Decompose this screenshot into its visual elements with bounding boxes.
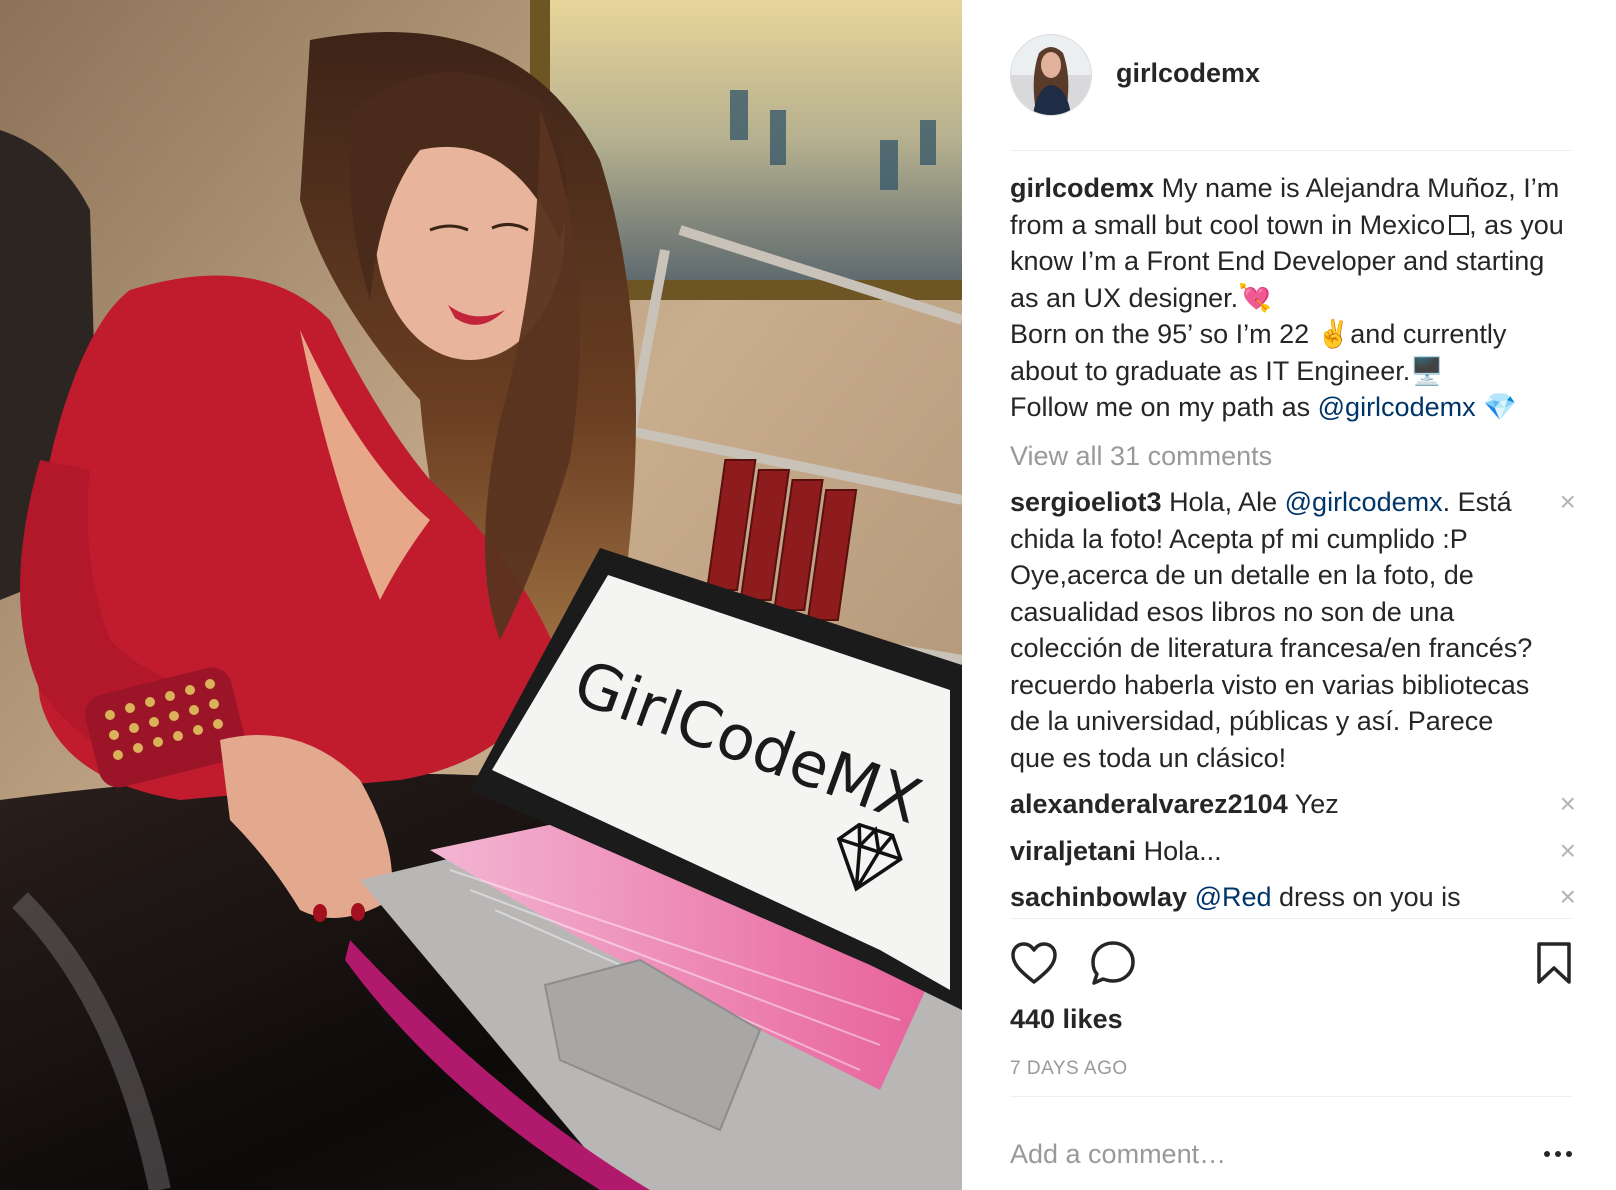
post-header: girlcodemx — [1010, 34, 1572, 150]
comment-username[interactable]: sergioeliot3 — [1010, 487, 1162, 517]
ellipsis-icon[interactable] — [1532, 1139, 1572, 1169]
comments-section: girlcodemx My name is Alejandra Muñoz, I… — [1010, 170, 1576, 915]
dot — [1566, 1151, 1572, 1157]
post-timestamp[interactable]: 7 DAYS AGO — [1010, 1058, 1128, 1080]
post-side-panel: girlcodemx girlcodemx My name is Alejand… — [962, 0, 1616, 1190]
post-actions — [1010, 935, 1572, 991]
like-button[interactable] — [1010, 935, 1066, 991]
comments-divider — [1010, 918, 1572, 919]
comment-text-after: dress on you is — [1271, 882, 1461, 912]
footer-divider — [1010, 1096, 1572, 1097]
close-icon[interactable]: × — [1560, 879, 1576, 915]
avatar-image — [1011, 35, 1091, 115]
close-icon[interactable]: × — [1560, 484, 1576, 520]
dot — [1555, 1151, 1561, 1157]
photo-illustration: GirlCodeMX — [0, 0, 962, 1190]
comment-mention[interactable]: @girlcodemx — [1285, 487, 1443, 517]
comment-username[interactable]: sachinbowlay — [1010, 882, 1187, 912]
view-all-comments-link[interactable]: View all 31 comments — [1010, 438, 1576, 475]
comment-item: viraljetani Hola... × — [1010, 833, 1576, 870]
flag-placeholder-icon — [1449, 214, 1470, 235]
avatar[interactable] — [1010, 34, 1092, 116]
bookmark-icon — [1537, 942, 1571, 984]
comment-item: alexanderalvarez2104 Yez × — [1010, 786, 1576, 823]
likes-count[interactable]: 440 likes — [1010, 1004, 1123, 1035]
dot — [1544, 1151, 1550, 1157]
caption: girlcodemx My name is Alejandra Muñoz, I… — [1010, 170, 1576, 426]
instagram-post: GirlCodeMX girlcodemx girlcodemx My name… — [0, 0, 1616, 1190]
close-icon[interactable]: × — [1560, 786, 1576, 822]
comment-text-after: . Está chida la foto! Acepta pf mi cumpl… — [1010, 487, 1533, 773]
comment-username[interactable]: alexanderalvarez2104 — [1010, 789, 1288, 819]
caption-username[interactable]: girlcodemx — [1010, 173, 1154, 203]
comment-username[interactable]: viraljetani — [1010, 836, 1136, 866]
comment-mention[interactable]: @Red — [1195, 882, 1272, 912]
comment-text: Hola, Ale — [1169, 487, 1285, 517]
comment-item: sergioeliot3 Hola, Ale @girlcodemx. Está… — [1010, 484, 1576, 776]
comment-text: Yez — [1294, 789, 1339, 819]
close-icon[interactable]: × — [1560, 833, 1576, 869]
caption-mention[interactable]: @girlcodemx — [1318, 392, 1476, 422]
header-username[interactable]: girlcodemx — [1116, 58, 1260, 89]
comment-text: Hola... — [1143, 835, 1222, 866]
caption-text-2: , as you know I’m a Front End Developer … — [1010, 209, 1564, 423]
heart-icon — [1011, 942, 1057, 984]
caption-text-3: 💎 — [1475, 392, 1517, 422]
comment-item: sachinbowlay @Red dress on you is × — [1010, 879, 1576, 915]
header-divider — [1010, 150, 1572, 151]
add-comment-bar — [1010, 1132, 1572, 1176]
comment-button[interactable] — [1090, 935, 1146, 991]
add-comment-input[interactable] — [1010, 1138, 1532, 1170]
speech-bubble-icon — [1091, 941, 1135, 985]
save-button[interactable] — [1516, 935, 1572, 991]
post-photo[interactable]: GirlCodeMX — [0, 0, 962, 1190]
